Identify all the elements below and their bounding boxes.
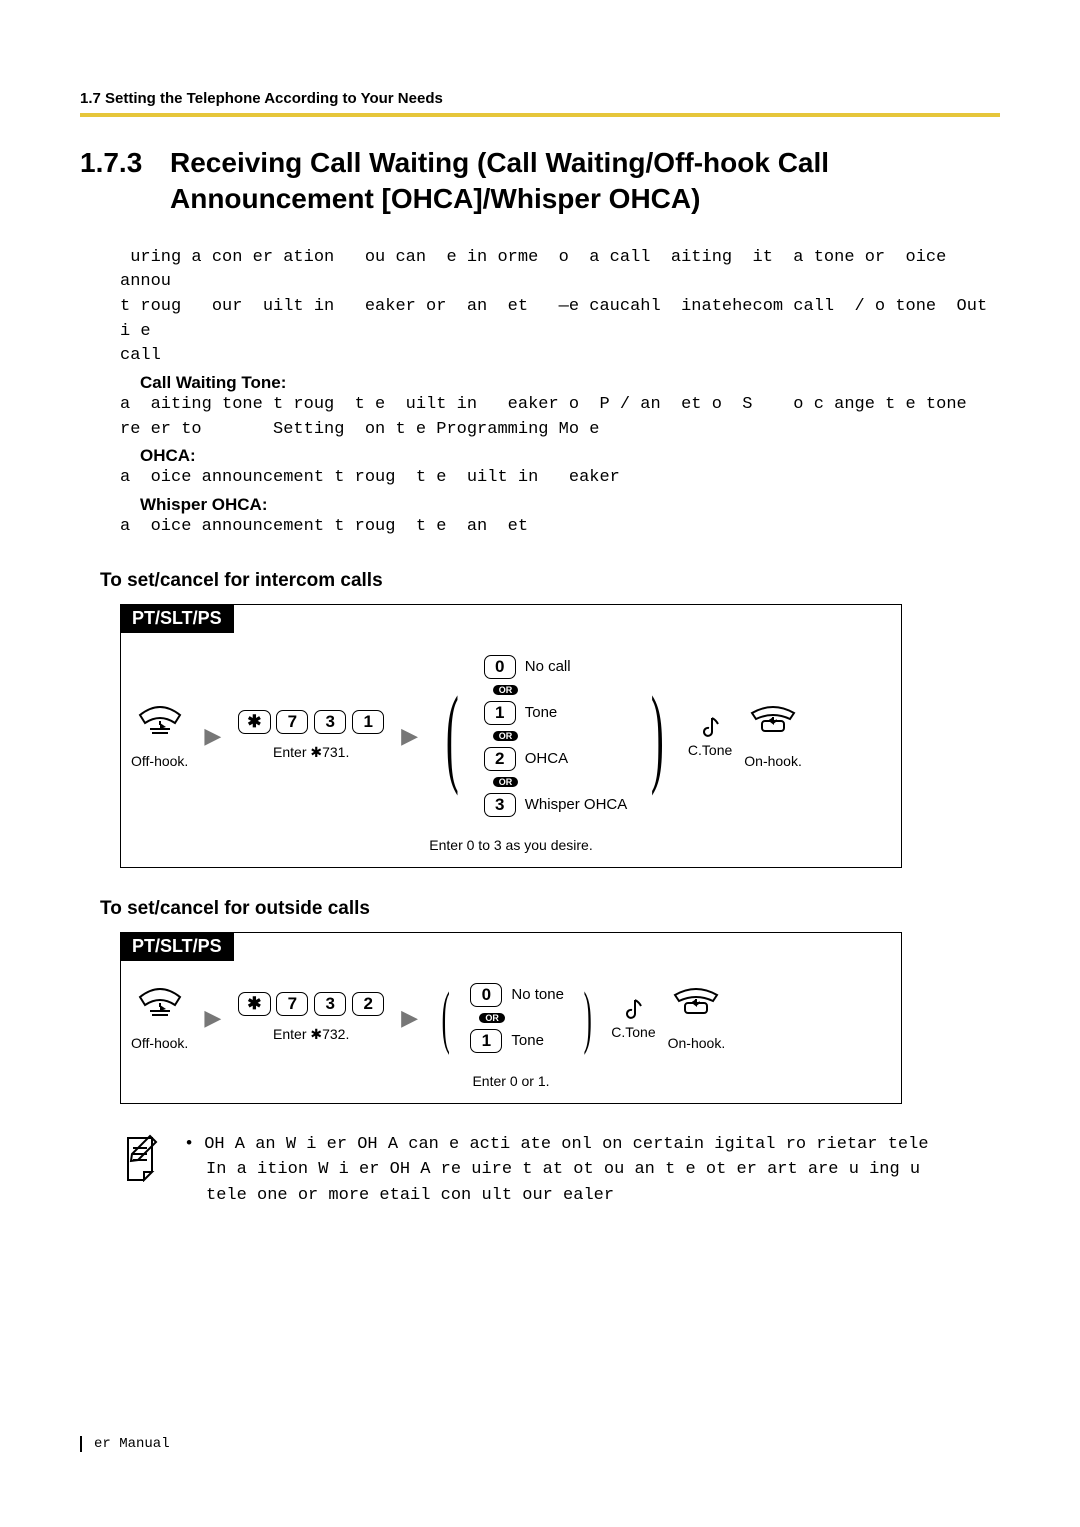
option-row: 0 No tone [469,983,564,1007]
section-title: Receiving Call Waiting (Call Waiting/Off… [170,145,1000,218]
diagram-outside: PT/SLT/PS Off-hook. ▶ ✱ 7 3 2 Enter ✱732… [120,932,902,1104]
ctone-label: C.Tone [611,1024,655,1040]
option-column-1: 0 No call OR 1 Tone OR 2 OHCA OR 3 Whisp… [483,655,628,817]
diagram-tab: PT/SLT/PS [120,932,234,961]
onhook-caption: On-hook. [668,1035,726,1051]
or-label: OR [493,777,519,787]
key: 1 [352,710,384,734]
offhook-icon [135,985,185,1025]
arrow-icon: ▶ [200,723,225,749]
key: 7 [276,710,308,734]
brace-right-icon: ) [584,986,592,1049]
onhook-caption: On-hook. [744,753,802,769]
option-row: 1 Tone [483,701,558,725]
option-label: Tone [525,704,558,721]
ctone-label: C.Tone [688,742,732,758]
option-row: 1 Tone [469,1029,544,1053]
footer-text: er Manual [80,1436,170,1452]
whisper-label: Whisper OHCA: [140,495,1000,515]
arrow-icon: ▶ [200,1005,225,1031]
enter-732-caption: Enter ✱732. [273,1026,349,1043]
key: 3 [484,793,516,817]
option-subcaption-2: Enter 0 or 1. [121,1073,901,1103]
option-row: 0 No call [483,655,571,679]
option-column-2: 0 No tone OR 1 Tone [469,983,564,1053]
key: 2 [484,747,516,771]
brace-left-icon: ( [446,686,459,785]
offhook-caption: Off-hook. [131,1035,188,1051]
subheading-intercom: To set/cancel for intercom calls [100,570,1000,592]
arrow-icon: ▶ [397,1005,422,1031]
section-heading: 1.7.3 Receiving Call Waiting (Call Waiti… [80,145,1000,218]
whisper-line: a oice announcement t roug t e an et [120,515,1000,540]
header-rule [80,113,1000,117]
intro-line-2: t roug our uilt in eaker or an et —e cau… [120,295,1000,344]
diagram-intercom: PT/SLT/PS Off-hook. ▶ ✱ 7 3 1 Enter ✱731… [120,604,902,868]
cwt-label: Call Waiting Tone: [140,373,1000,393]
dial-732-step: ✱ 7 3 2 Enter ✱732. [237,992,385,1043]
key: 3 [314,710,346,734]
key: 1 [484,701,516,725]
onhook-step: On-hook. [668,985,726,1051]
onhook-icon [669,985,723,1025]
note-line-2: In a ition W i er OH A re uire t at ot o… [184,1157,929,1183]
bullet-icon: • [184,1135,194,1154]
key: ✱ [238,992,270,1016]
music-note-icon [698,714,722,742]
key: ✱ [238,710,270,734]
onhook-icon [746,703,800,743]
dial-731-step: ✱ 7 3 1 Enter ✱731. [237,710,385,761]
key: 0 [484,655,516,679]
or-label: OR [493,685,519,695]
or-label: OR [493,731,519,741]
offhook-icon [135,703,185,743]
ohca-label: OHCA: [140,446,1000,466]
key: 1 [470,1029,502,1053]
intro-line-1: uring a con er ation ou can e in orme o … [120,246,1000,295]
note-line-3: tele one or more etail con ult our ealer [184,1183,929,1209]
offhook-step: Off-hook. [131,703,188,769]
arrow-icon: ▶ [397,723,422,749]
diagram-tab: PT/SLT/PS [120,604,234,633]
subheading-outside: To set/cancel for outside calls [100,898,1000,920]
option-label: OHCA [525,750,568,767]
onhook-step: On-hook. [744,703,802,769]
ctone-step: C.Tone [611,996,655,1040]
option-row: 3 Whisper OHCA [483,793,628,817]
cwt-line-1: a aiting tone t roug t e uilt in eaker o… [120,393,1000,418]
cwt-line-2: re er to Setting on t e Programming Mo e [120,418,1000,443]
key: 0 [470,983,502,1007]
section-number: 1.7.3 [80,145,170,181]
option-row: 2 OHCA [483,747,568,771]
option-label: Tone [511,1032,544,1049]
key: 3 [314,992,346,1016]
enter-731-caption: Enter ✱731. [273,744,349,761]
intro-line-3: call [120,344,1000,369]
note-icon [120,1132,164,1182]
note-line-1: OH A an W i er OH A can e acti ate onl o… [204,1135,928,1154]
option-label: No call [525,658,571,675]
ohca-line: a oice announcement t roug t e uilt in e… [120,466,1000,491]
music-note-icon [621,996,645,1024]
option-subcaption-1: Enter 0 to 3 as you desire. [121,837,901,867]
or-label: OR [479,1013,505,1023]
key: 7 [276,992,308,1016]
brace-right-icon: ) [651,686,664,785]
running-header: 1.7 Setting the Telephone According to Y… [80,90,1000,107]
ctone-step: C.Tone [688,714,732,758]
brace-left-icon: ( [442,986,450,1049]
key: 2 [352,992,384,1016]
note-block: • OH A an W i er OH A can e acti ate onl … [120,1132,1000,1209]
offhook-caption: Off-hook. [131,753,188,769]
offhook-step: Off-hook. [131,985,188,1051]
option-label: No tone [511,986,564,1003]
option-label: Whisper OHCA [525,796,628,813]
